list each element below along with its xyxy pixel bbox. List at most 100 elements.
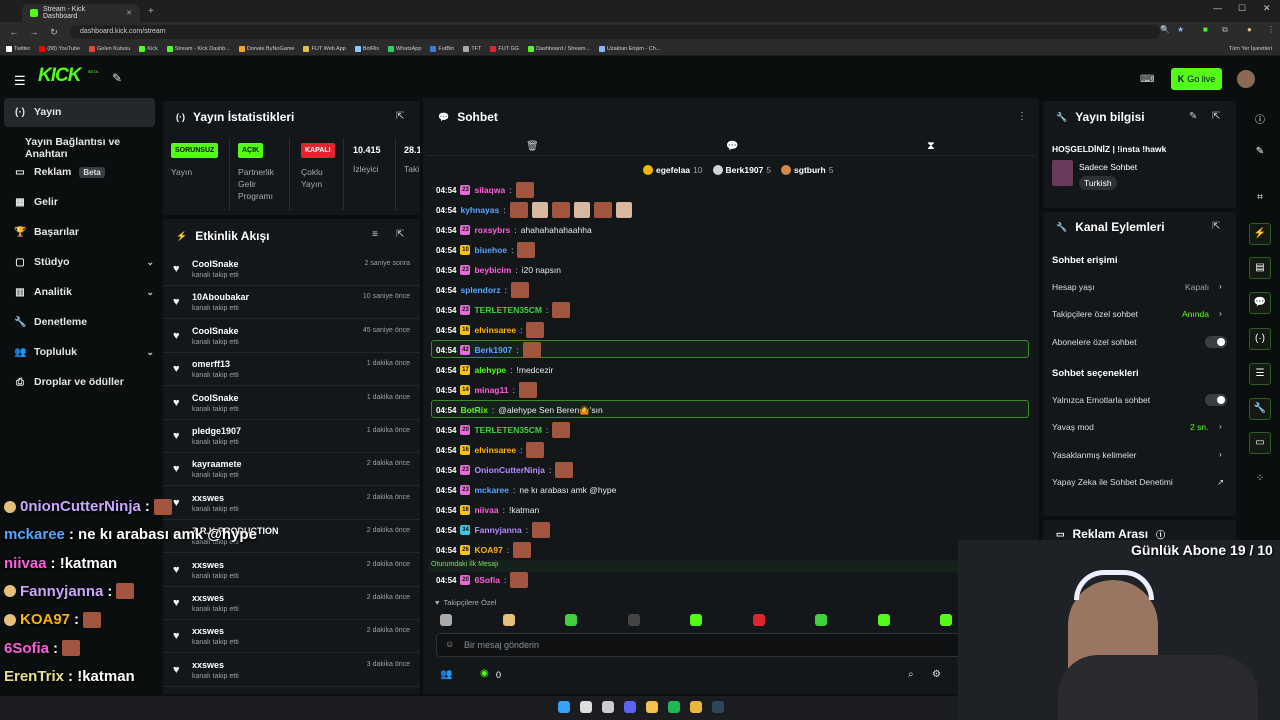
chat-more-icon[interactable]: ⋮ [1017,111,1027,122]
popout-icon[interactable]: ⇱ [1212,111,1220,122]
discord-icon[interactable] [624,701,636,713]
emote-shortcut-icon[interactable] [690,614,702,626]
activity-user[interactable]: CoolSnake [192,393,239,403]
hamburger-menu-icon[interactable]: ☰ [14,73,26,89]
spotify-icon[interactable] [668,701,680,713]
minimize-icon[interactable]: — [1213,3,1222,13]
top-gifter[interactable]: egefelaa 10 [643,165,703,175]
bookmark-item[interactable]: FutBin [430,45,454,52]
edit-icon[interactable]: ✎ [1189,111,1197,122]
emote-shortcut-icon[interactable] [440,614,452,626]
chevron-down-icon[interactable]: ⌄ [146,287,154,298]
chevron-right-icon[interactable]: › [1219,421,1222,431]
account-age-value[interactable]: Kapalı [1185,282,1209,292]
more-icon[interactable]: ⋮ [1267,25,1275,34]
top-gifter[interactable]: sgtburh 5 [781,165,833,175]
emote-shortcut-icon[interactable] [565,614,577,626]
sidebar-item-denetleme[interactable]: 🔧 Denetleme [14,316,154,328]
keyboard-icon[interactable]: ⌨ [1140,74,1154,85]
message-user[interactable]: mckaree [474,485,509,495]
doc-icon[interactable]: ▤ [1251,262,1269,273]
message-user[interactable]: Fannyjanna [474,525,521,535]
message-user[interactable]: alehype [474,365,506,375]
chat-icon[interactable]: 💬 [1251,297,1269,308]
search-icon[interactable]: ⌕ [908,669,914,680]
emote-only-toggle[interactable] [1205,394,1227,406]
emote-shortcut-icon[interactable] [627,614,640,626]
bookmark-item[interactable]: BotRix [354,45,379,52]
info-icon[interactable]: ⓘ [1156,528,1165,541]
crop-icon[interactable]: ⌗ [1251,192,1269,203]
bookmark-item[interactable]: Uzaktan Erişim - Ch... [598,45,660,52]
emote-shortcut-icon[interactable] [940,614,952,626]
chevron-right-icon[interactable]: › [1219,449,1222,459]
activity-user[interactable]: xxswes [192,493,224,503]
info-icon[interactable]: ⓘ [1251,111,1269,126]
chevron-right-icon[interactable]: › [1219,281,1222,291]
reload-icon[interactable]: ↻ [48,27,60,38]
steam-icon[interactable] [712,701,724,713]
sidebar-item-droplar-ve-ödüller[interactable]: ⎙ Droplar ve ödüller [14,376,154,388]
bookmark-item[interactable]: FUT GG [490,45,519,52]
external-link-icon[interactable]: ↗ [1217,477,1224,488]
message-user[interactable]: 6Sofia [474,575,500,585]
windows-icon[interactable] [558,701,570,713]
message-user[interactable]: Berk1907 [474,345,512,355]
zoom-icon[interactable]: 🔍 [1160,25,1170,34]
go-live-button[interactable]: K Go live [1171,68,1222,90]
popout-icon[interactable]: ⇱ [396,229,404,240]
message-user[interactable]: splendorz [460,285,500,295]
close-tab-icon[interactable]: ✕ [126,9,132,17]
activity-user[interactable]: omerff13 [192,359,230,369]
subs-chat-toggle[interactable] [1205,336,1227,348]
list-icon[interactable]: ☰ [1251,368,1269,379]
chevron-down-icon[interactable]: ⌄ [146,347,154,358]
activity-user[interactable]: pledge1907 [192,426,241,436]
url-input[interactable]: dashboard.kick.com/stream [70,25,1160,39]
smile-icon[interactable]: ☺ [445,639,454,649]
hourglass-icon[interactable]: ⧗ [927,140,935,153]
emote-shortcut-icon[interactable] [877,614,890,626]
message-user[interactable]: beybicim [474,265,511,275]
users-icon[interactable]: ⁘ [1251,473,1269,484]
activity-user[interactable]: xxswes [192,660,224,670]
chrome-icon[interactable] [690,701,702,713]
top-gifter[interactable]: Berk1907 5 [712,165,771,175]
bookmark-item[interactable]: Twitter [6,45,30,52]
message-user[interactable]: BotRix [460,405,487,415]
activity-user[interactable]: kayraamete [192,459,242,469]
settings-icon[interactable]: ⚙ [932,669,941,680]
sidebar-item-stüdyo[interactable]: ▢ Stüdyo ⌄ [14,256,154,268]
extension-icon[interactable]: ■ [1203,25,1208,34]
sidebar-item-başarılar[interactable]: 🏆 Başarılar [14,226,154,238]
sidebar-item-analitik[interactable]: ▥ Analitik ⌄ [14,286,154,298]
activity-user[interactable]: 10Aboubakar [192,292,249,302]
activity-user[interactable]: CoolSnake [192,259,239,269]
bookmark-item[interactable]: Donate ByNoGame [238,45,294,52]
puzzle-icon[interactable]: ⧉ [1222,25,1228,35]
activity-user[interactable]: xxswes [192,626,224,636]
sidebar-item-reklam[interactable]: ▭ Reklam Beta [14,166,154,178]
message-user[interactable]: elvinsaree [474,325,516,335]
slow-mode-value[interactable]: 2 sn. [1190,422,1208,432]
message-user[interactable]: elvinsaree [474,445,516,455]
back-icon[interactable]: ← [8,27,20,37]
chevron-right-icon[interactable]: › [1219,308,1222,318]
message-user[interactable]: KOA97 [474,545,502,555]
message-user[interactable]: biuehoe [474,245,507,255]
emote-shortcut-icon[interactable] [502,614,515,626]
emote-shortcut-icon[interactable] [752,614,765,626]
followers-chat-value[interactable]: Anında [1182,309,1209,319]
bookmark-item[interactable]: Stream - Kick Dashb... [166,45,230,52]
message-user[interactable]: minag11 [474,385,508,395]
bookmark-item[interactable]: TFT [463,45,481,52]
activity-user[interactable]: xxswes [192,593,224,603]
popout-icon[interactable]: ⇱ [1212,221,1220,232]
message-user[interactable]: roxsybrs [474,225,510,235]
sidebar-item-yayın-bağlantısı-ve-anahtarı[interactable]: Yayın Bağlantısı ve Anahtarı [25,136,165,160]
bookmark-item[interactable]: WhatsApp [388,45,421,52]
maximize-icon[interactable]: ☐ [1238,3,1246,14]
search-icon[interactable] [580,701,592,713]
avatar[interactable] [1237,70,1255,88]
message-user[interactable]: silaqwa [474,185,505,195]
